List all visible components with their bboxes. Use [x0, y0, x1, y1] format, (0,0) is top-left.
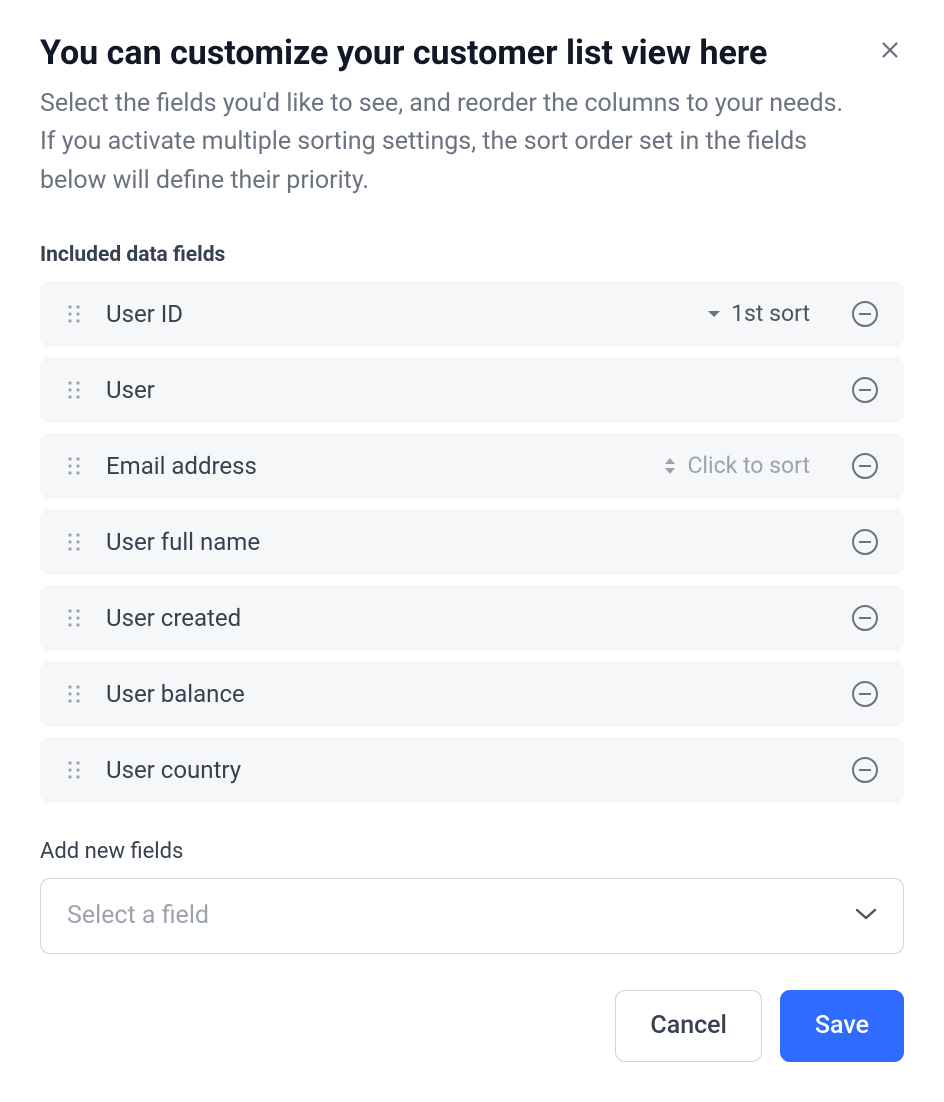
fields-list: User ID 1st sort User [40, 281, 904, 803]
drag-handle[interactable] [64, 452, 84, 480]
remove-field-button[interactable] [850, 527, 880, 557]
field-name-label: User country [106, 756, 850, 784]
drag-handle[interactable] [64, 680, 84, 708]
sort-label: Click to sort [687, 452, 810, 479]
field-row[interactable]: User balance [40, 661, 904, 727]
drag-handle-icon [67, 759, 81, 781]
add-field-select[interactable]: Select a field [40, 878, 904, 954]
field-row[interactable]: User full name [40, 509, 904, 575]
field-row[interactable]: User country [40, 737, 904, 803]
field-name-label: Email address [106, 452, 663, 480]
remove-icon [851, 300, 879, 328]
dialog-subtitle: Select the fields you'd like to see, and… [40, 85, 860, 201]
drag-handle-icon [67, 455, 81, 477]
field-row[interactable]: User created [40, 585, 904, 651]
drag-handle-icon [67, 607, 81, 629]
remove-field-button[interactable] [850, 375, 880, 405]
save-button[interactable]: Save [780, 990, 904, 1062]
remove-field-button[interactable] [850, 451, 880, 481]
drag-handle[interactable] [64, 604, 84, 632]
field-row[interactable]: User ID 1st sort [40, 281, 904, 347]
remove-icon [851, 528, 879, 556]
close-icon [879, 39, 901, 61]
sort-toggle[interactable]: Click to sort [663, 452, 810, 479]
field-name-label: User [106, 376, 850, 404]
drag-handle[interactable] [64, 376, 84, 404]
sort-both-icon [663, 456, 677, 476]
field-name-label: User balance [106, 680, 850, 708]
field-name-label: User full name [106, 528, 850, 556]
field-row[interactable]: User [40, 357, 904, 423]
sort-label: 1st sort [731, 300, 810, 327]
drag-handle[interactable] [64, 300, 84, 328]
remove-field-button[interactable] [850, 603, 880, 633]
caret-down-icon [707, 309, 721, 319]
field-name-label: User ID [106, 300, 707, 328]
drag-handle-icon [67, 379, 81, 401]
chevron-down-icon [855, 906, 877, 925]
drag-handle-icon [67, 531, 81, 553]
remove-field-button[interactable] [850, 299, 880, 329]
drag-handle[interactable] [64, 756, 84, 784]
remove-icon [851, 756, 879, 784]
cancel-button[interactable]: Cancel [615, 990, 762, 1062]
remove-icon [851, 604, 879, 632]
field-row[interactable]: Email address Click to sort [40, 433, 904, 499]
dialog-title: You can customize your customer list vie… [40, 32, 767, 75]
sort-toggle[interactable]: 1st sort [707, 300, 810, 327]
select-placeholder: Select a field [67, 901, 209, 930]
included-fields-label: Included data fields [40, 243, 904, 267]
remove-icon [851, 680, 879, 708]
close-button[interactable] [876, 36, 904, 64]
drag-handle[interactable] [64, 528, 84, 556]
remove-icon [851, 376, 879, 404]
remove-icon [851, 452, 879, 480]
drag-handle-icon [67, 683, 81, 705]
add-new-fields-label: Add new fields [40, 839, 904, 864]
field-name-label: User created [106, 604, 850, 632]
remove-field-button[interactable] [850, 679, 880, 709]
remove-field-button[interactable] [850, 755, 880, 785]
drag-handle-icon [67, 303, 81, 325]
dialog-footer: Cancel Save [40, 990, 904, 1062]
